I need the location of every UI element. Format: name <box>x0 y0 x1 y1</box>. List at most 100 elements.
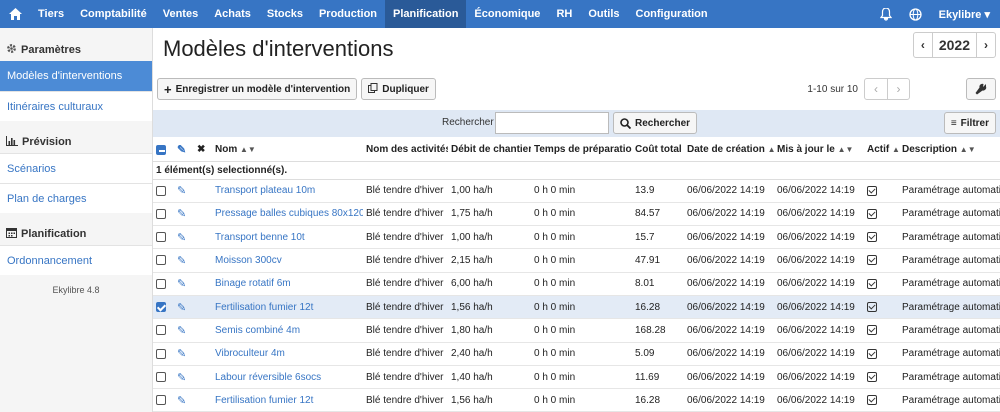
edit-pencil-icon[interactable]: ✎ <box>174 272 194 296</box>
cell-name[interactable]: Labour réversible 6socs <box>212 365 363 390</box>
bell-icon[interactable] <box>871 0 901 28</box>
row-checkbox[interactable] <box>153 388 174 412</box>
empty-cell <box>194 179 212 203</box>
cell-name[interactable]: Moisson 300cv <box>212 248 363 273</box>
cell-name[interactable]: Pressage balles cubiques 80x120 <box>212 202 363 227</box>
active-check-icon <box>864 318 899 343</box>
edit-pencil-icon[interactable]: ✎ <box>174 342 194 366</box>
duplicate-button[interactable]: Dupliquer <box>361 78 436 100</box>
column-header-created[interactable]: Date de création ▲▼ <box>684 139 774 162</box>
row-checkbox[interactable] <box>153 318 174 343</box>
edit-pencil-icon[interactable]: ✎ <box>174 225 194 250</box>
cell-prep: 0 h 0 min <box>531 248 632 273</box>
row-checkbox[interactable] <box>153 342 174 366</box>
active-check-icon <box>864 202 899 227</box>
search-input[interactable] <box>495 112 609 134</box>
empty-cell <box>194 225 212 250</box>
home-icon[interactable] <box>0 0 30 28</box>
search-button[interactable]: Rechercher <box>613 112 698 134</box>
table-row[interactable]: ✎ Binage rotatif 6m Blé tendre d'hiver 6,00… <box>153 272 1000 296</box>
cell-name[interactable]: Semis combiné 4m <box>212 318 363 343</box>
row-checkbox[interactable] <box>153 272 174 296</box>
sidebar-item[interactable]: Itinéraires culturaux <box>0 91 152 121</box>
select-all-checkbox[interactable] <box>153 139 174 162</box>
cell-name[interactable]: Transport benne 10t <box>212 225 363 250</box>
nav-item-6[interactable]: Planification <box>385 0 467 28</box>
column-header-cost[interactable]: Coût total <box>632 139 684 162</box>
cell-name[interactable]: Fertilisation fumier 12t <box>212 388 363 412</box>
next-page-icon[interactable]: › <box>887 79 909 99</box>
table-row[interactable]: ✎ Transport plateau 10m Blé tendre d'hiver… <box>153 179 1000 203</box>
nav-item-2[interactable]: Ventes <box>155 0 206 28</box>
filter-button[interactable]: ≡ Filtrer <box>943 112 996 134</box>
cell-prep: 0 h 0 min <box>531 342 632 366</box>
edit-pencil-icon[interactable]: ✎ <box>174 202 194 227</box>
nav-item-4[interactable]: Stocks <box>259 0 311 28</box>
sort-icon: ▲▼ <box>892 145 899 155</box>
edit-pencil-icon[interactable]: ✎ <box>174 318 194 343</box>
settings-wrench-button[interactable] <box>966 78 996 100</box>
row-checkbox[interactable] <box>153 202 174 227</box>
nav-item-8[interactable]: RH <box>548 0 580 28</box>
cell-name[interactable]: Transport plateau 10m <box>212 179 363 203</box>
row-checkbox[interactable] <box>153 295 174 320</box>
cell-rate: 1,00 ha/h <box>448 225 531 250</box>
table-row[interactable]: ✎ Labour réversible 6socs Blé tendre d'hiv… <box>153 365 1000 390</box>
column-header-activities[interactable]: Nom des activités <box>363 139 448 162</box>
cell-rate: 2,40 ha/h <box>448 342 531 366</box>
nav-item-3[interactable]: Achats <box>206 0 259 28</box>
column-header-name[interactable]: Nom ▲▼ <box>212 139 363 162</box>
row-checkbox[interactable] <box>153 225 174 250</box>
nav-item-9[interactable]: Outils <box>580 0 627 28</box>
column-header-rate[interactable]: Débit de chantier <box>448 139 531 162</box>
table-row[interactable]: ✎ Semis combiné 4m Blé tendre d'hiver 1,80 … <box>153 318 1000 343</box>
next-year-icon[interactable]: › <box>977 33 995 57</box>
row-checkbox[interactable] <box>153 179 174 203</box>
edit-pencil-icon[interactable]: ✎ <box>174 179 194 203</box>
table-row[interactable]: ✎ Fertilisation fumier 12t Blé tendre d'hi… <box>153 388 1000 412</box>
globe-icon[interactable] <box>901 0 931 28</box>
sidebar-item[interactable]: Plan de charges <box>0 183 152 213</box>
table-row[interactable]: ✎ Moisson 300cv Blé tendre d'hiver 2,15 ha/… <box>153 248 1000 273</box>
new-intervention-model-button[interactable]: + Enregistrer un modèle d'intervention <box>157 78 358 100</box>
cell-cost: 16.28 <box>632 388 684 412</box>
row-checkbox[interactable] <box>153 365 174 390</box>
table-row[interactable]: ✎ Transport benne 10t Blé tendre d'hiver 1,… <box>153 225 1000 250</box>
header-created-label: Date de création <box>687 144 765 156</box>
cell-name[interactable]: Fertilisation fumier 12t <box>212 295 363 320</box>
cell-cost: 168.28 <box>632 318 684 343</box>
cell-description: Paramétrage automatique <box>899 248 1000 273</box>
edit-pencil-icon[interactable]: ✎ <box>174 248 194 273</box>
row-checkbox[interactable] <box>153 248 174 273</box>
previous-page-icon[interactable]: ‹ <box>865 79 887 99</box>
nav-item-1[interactable]: Comptabilité <box>72 0 155 28</box>
cell-name[interactable]: Vibroculteur 4m <box>212 342 363 366</box>
cell-activity: Blé tendre d'hiver <box>363 342 448 366</box>
user-menu[interactable]: Ekylibre ▾ <box>931 8 1000 21</box>
edit-pencil-icon[interactable]: ✎ <box>174 388 194 412</box>
table-row[interactable]: ✎ Pressage balles cubiques 80x120 Blé tend… <box>153 202 1000 227</box>
nav-item-10[interactable]: Configuration <box>628 0 716 28</box>
cell-description: Paramétrage automatique <box>899 179 1000 203</box>
nav-item-0[interactable]: Tiers <box>30 0 72 28</box>
edit-pencil-icon[interactable]: ✎ <box>174 295 194 320</box>
nav-item-7[interactable]: Économique <box>466 0 548 28</box>
column-header-prep[interactable]: Temps de préparation <box>531 139 632 162</box>
cell-activity: Blé tendre d'hiver <box>363 388 448 412</box>
sidebar-item[interactable]: Scénarios <box>0 153 152 183</box>
column-header-updated[interactable]: Mis à jour le ▲▼ <box>774 139 864 162</box>
table-row[interactable]: ✎ Vibroculteur 4m Blé tendre d'hiver 2,40 h… <box>153 342 1000 366</box>
edit-pencil-icon[interactable]: ✎ <box>174 365 194 390</box>
cell-created: 06/06/2022 14:19 <box>684 342 774 366</box>
sidebar-item[interactable]: Ordonnancement <box>0 245 152 275</box>
cell-description: Paramétrage automatique <box>899 318 1000 343</box>
cell-created: 06/06/2022 14:19 <box>684 365 774 390</box>
sidebar-item[interactable]: Modèles d'interventions <box>0 61 152 91</box>
previous-year-icon[interactable]: ‹ <box>914 33 932 57</box>
pager-count: 1-10 sur 10 <box>807 83 858 95</box>
nav-item-5[interactable]: Production <box>311 0 385 28</box>
cell-name[interactable]: Binage rotatif 6m <box>212 272 363 296</box>
column-header-description[interactable]: Description ▲▼ <box>899 139 1000 162</box>
column-header-active[interactable]: Actif ▲▼ <box>864 139 899 162</box>
table-row[interactable]: ✎ Fertilisation fumier 12t Blé tendre d'hi… <box>153 295 1000 320</box>
